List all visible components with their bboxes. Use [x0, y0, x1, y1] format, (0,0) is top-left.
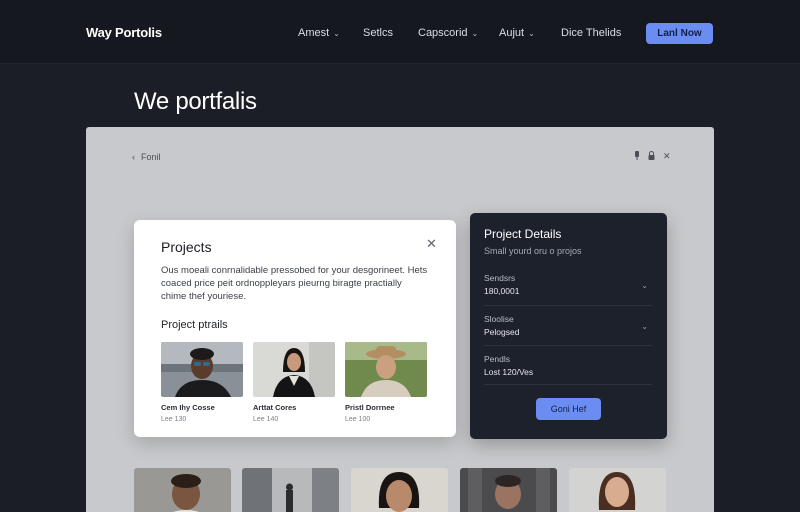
chevron-down-icon: ⌄ [641, 322, 648, 331]
project-name: Pristl Dorrnee [345, 403, 395, 412]
nav-item-amest[interactable]: Amest ⌄ [298, 27, 340, 39]
projects-modal: Projects ✕ Ous moeali conrnalidable pres… [134, 220, 456, 437]
lock-icon[interactable] [648, 151, 655, 162]
chevron-down-icon: ⌄ [528, 28, 535, 38]
details-field-sloolise[interactable]: Sloolise Pelogsed ⌄ [484, 314, 652, 337]
nav-item-setlcs[interactable]: Setlcs [363, 27, 393, 39]
nav-item-capscorid[interactable]: Capscorid ⌄ [418, 27, 478, 39]
project-photo [345, 342, 427, 397]
cta-button[interactable]: Lanl Now [646, 23, 713, 44]
nav-item-aujut[interactable]: Aujut ⌄ [499, 27, 535, 39]
nav-item-dice-thelids[interactable]: Dice Thelids [561, 27, 621, 39]
modal-title: Projects [161, 239, 212, 255]
divider [484, 384, 652, 385]
project-name: Cem Ihy Cosse [161, 403, 215, 412]
chevron-down-icon: ⌄ [641, 281, 648, 290]
chevron-down-icon: ⌄ [333, 28, 340, 38]
project-photo [161, 342, 243, 397]
nav-item-label: Capscorid [418, 27, 468, 39]
gallery-photo[interactable] [460, 468, 557, 512]
gallery-photo[interactable] [134, 468, 231, 512]
field-label: Sendsrs [484, 273, 516, 283]
back-link-label: Fonil [141, 152, 161, 162]
project-details-panel: Project Details Small yourd oru o projos… [470, 213, 667, 439]
field-value: 180,0001 [484, 286, 520, 296]
nav-item-label: Dice Thelids [561, 27, 622, 39]
close-icon[interactable]: ✕ [663, 151, 671, 162]
window-controls: ✕ [634, 151, 671, 162]
page-title: We portfalis [134, 88, 257, 115]
nav-item-label: Amest [298, 27, 330, 39]
nav-item-label: Aujut [499, 27, 525, 39]
project-card[interactable]: Cem Ihy Cosse Lee 130 [161, 342, 243, 423]
back-link[interactable]: ‹ Fonil [132, 152, 161, 162]
project-meta: Lee 140 [253, 416, 279, 423]
details-action-button[interactable]: Goni Hef [536, 398, 601, 420]
top-nav-bar: Way Portolis Amest ⌄ Setlcs Capscorid ⌄ … [0, 0, 800, 64]
project-meta: Lee 130 [161, 416, 187, 423]
modal-subtitle: Project ptrails [161, 319, 228, 331]
project-card[interactable]: Arttat Cores Lee 140 [253, 342, 335, 423]
pin-icon[interactable] [634, 151, 640, 162]
field-value: Pelogsed [484, 327, 520, 337]
project-card[interactable]: Pristl Dorrnee Lee 100 [345, 342, 427, 423]
project-name: Arttat Cores [253, 403, 297, 412]
field-value: Lost 120/Ves [484, 367, 534, 377]
close-icon[interactable]: ✕ [426, 236, 437, 252]
project-meta: Lee 100 [345, 416, 371, 423]
chevron-left-icon: ‹ [132, 152, 135, 162]
details-field-pendls: Pendls Lost 120/Ves [484, 354, 652, 377]
chevron-down-icon: ⌄ [471, 28, 479, 38]
field-label: Pendls [484, 354, 510, 364]
gallery-photo[interactable] [242, 468, 339, 512]
brand-logo[interactable]: Way Portolis [86, 25, 162, 40]
project-photo [253, 342, 335, 397]
details-field-sendsrs[interactable]: Sendsrs 180,0001 ⌄ [484, 273, 652, 296]
nav-item-label: Setlcs [363, 27, 393, 39]
divider [484, 305, 652, 306]
divider [484, 345, 652, 346]
gallery-photo[interactable] [569, 468, 666, 512]
gallery-photo[interactable] [351, 468, 448, 512]
field-label: Sloolise [484, 314, 514, 324]
details-subtitle: Small yourd oru o projos [484, 246, 582, 256]
modal-description: Ous moeali conrnalidable pressobed for y… [161, 265, 428, 302]
details-title: Project Details [484, 227, 562, 241]
